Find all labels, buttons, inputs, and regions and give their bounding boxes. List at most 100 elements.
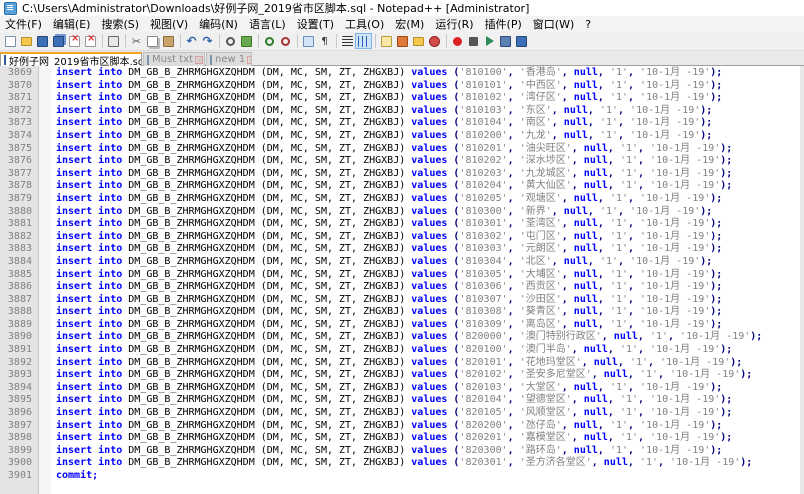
paren: ( xyxy=(447,205,460,217)
region-name: 西贡区 xyxy=(525,281,556,293)
keyword-null: null xyxy=(573,79,598,91)
paren: ( xyxy=(447,344,460,356)
folder-workspace-button[interactable] xyxy=(411,34,426,48)
column-list: (DM, MC, SM, ZT, ZHGXBJ) xyxy=(260,129,406,141)
flag: '1' xyxy=(609,243,628,255)
region-code: 810309 xyxy=(465,318,502,330)
play-macro-icon xyxy=(485,36,494,46)
comma: , xyxy=(507,67,520,78)
region-name: 荃湾区 xyxy=(525,218,556,230)
flag: '1' xyxy=(639,369,658,381)
tab-sql-file[interactable]: 好例子网_2019省市区脚本.sql × xyxy=(0,52,142,66)
flag: '1' xyxy=(609,268,628,280)
comma: , xyxy=(587,129,600,141)
menu-item[interactable]: ? xyxy=(580,18,597,31)
column-list: (DM, MC, SM, ZT, ZHGXBJ) xyxy=(260,444,406,456)
monitor-button[interactable] xyxy=(427,34,442,48)
close-paren: ); xyxy=(700,104,713,116)
record-macro-button[interactable] xyxy=(450,34,465,48)
undo-button[interactable]: ↶ xyxy=(184,34,199,48)
comma: , xyxy=(587,117,600,129)
folder-workspace-icon xyxy=(413,36,424,46)
comma: , xyxy=(628,230,641,242)
keyword-null: null xyxy=(573,444,598,456)
table-name: DM_GB_B_ZHRMGHGXZQHDM xyxy=(128,205,255,217)
menu-item[interactable]: 插件(P) xyxy=(480,16,528,32)
close-button[interactable] xyxy=(67,33,82,48)
show-all-chars-button[interactable] xyxy=(340,34,355,48)
region-code: 820103 xyxy=(465,381,502,393)
keyword-insert: insert xyxy=(56,344,93,356)
close-all-button[interactable] xyxy=(83,33,98,48)
new-file-button[interactable] xyxy=(3,34,18,48)
zoom-in-button[interactable] xyxy=(262,34,277,48)
close-icon[interactable]: × xyxy=(195,55,204,64)
menu-item[interactable]: 语言(L) xyxy=(244,16,292,32)
menu-item[interactable]: 编辑(E) xyxy=(48,16,97,32)
region-code: 820104 xyxy=(465,394,502,406)
menu-item[interactable]: 编码(N) xyxy=(194,16,244,32)
stop-macro-button[interactable] xyxy=(466,34,481,48)
keyword-null: null xyxy=(573,268,598,280)
word-wrap-button[interactable]: ¶ xyxy=(317,34,332,48)
date-value: 10-1月 -19 xyxy=(646,192,705,204)
find-button[interactable] xyxy=(223,34,238,48)
save-macro-button[interactable] xyxy=(514,34,529,48)
comma: , xyxy=(507,79,520,91)
replace-button[interactable] xyxy=(239,34,254,48)
menu-item[interactable]: 窗口(W) xyxy=(528,16,580,32)
indent-guide-button[interactable] xyxy=(355,33,372,49)
language-button[interactable] xyxy=(379,34,394,48)
doc-map-button[interactable] xyxy=(395,34,410,48)
comma: , xyxy=(561,230,574,242)
close-paren: ); xyxy=(700,205,713,217)
close-icon[interactable]: × xyxy=(247,55,251,64)
menu-item[interactable]: 搜索(S) xyxy=(96,16,145,32)
zoom-out-icon xyxy=(281,36,290,46)
menu-item[interactable]: 宏(M) xyxy=(390,16,430,32)
table-name: DM_GB_B_ZHRMGHGXZQHDM xyxy=(128,381,255,393)
menu-item[interactable]: 设置(T) xyxy=(292,16,340,32)
code-text: insert into DM_GB_B_ZHRMGHGXZQHDM (DM, M… xyxy=(56,92,722,105)
region-name: 葵青区 xyxy=(525,306,556,318)
keyword-values: values xyxy=(411,268,448,280)
keyword-into: into xyxy=(98,243,123,255)
region-code: 820300 xyxy=(465,444,502,456)
redo-button[interactable]: ↷ xyxy=(200,34,215,48)
keyword-into: into xyxy=(98,419,123,431)
toolbar-separator xyxy=(446,34,447,48)
zoom-out-button[interactable] xyxy=(278,34,293,48)
copy-button[interactable] xyxy=(145,34,160,48)
table-name: DM_GB_B_ZHRMGHGXZQHDM xyxy=(128,117,255,129)
run-macro-multiple-button[interactable] xyxy=(498,34,513,48)
table-name: DM_GB_B_ZHRMGHGXZQHDM xyxy=(128,268,255,280)
open-file-button[interactable] xyxy=(19,34,34,48)
menu-item[interactable]: 运行(R) xyxy=(430,16,479,32)
line-number: 3874 xyxy=(7,129,32,141)
sync-scroll-button[interactable] xyxy=(301,34,316,48)
paste-button[interactable] xyxy=(161,34,176,48)
keyword-null: null xyxy=(613,331,638,343)
column-list: (DM, MC, SM, ZT, ZHGXBJ) xyxy=(260,92,406,104)
tab-must-txt[interactable]: Must txt × xyxy=(143,52,205,66)
cut-button[interactable]: ✂ xyxy=(129,34,144,48)
tab-new-1[interactable]: new 1 × xyxy=(206,52,252,66)
comma: , xyxy=(597,92,610,104)
close-paren: ); xyxy=(720,407,733,419)
save-button[interactable] xyxy=(35,34,50,48)
save-all-button[interactable] xyxy=(51,34,66,48)
comma: , xyxy=(507,243,520,255)
save-all-icon xyxy=(53,35,64,47)
date-value: 10-1月 -19 xyxy=(636,255,695,267)
keyword-commit: commit; xyxy=(56,470,99,481)
menu-item[interactable]: 文件(F) xyxy=(0,16,48,32)
play-macro-button[interactable] xyxy=(482,34,497,48)
menu-item[interactable]: 视图(V) xyxy=(145,16,194,32)
keyword-null: null xyxy=(583,167,608,179)
print-button[interactable] xyxy=(106,34,121,48)
vertical-scrollbar[interactable] xyxy=(800,66,804,494)
menu-item[interactable]: 工具(O) xyxy=(340,16,390,32)
editor-area[interactable]: 3869 insert into DM_GB_B_ZHRMGHGXZQHDM (D… xyxy=(0,66,804,494)
close-paren: ); xyxy=(710,268,723,280)
region-code: 810201 xyxy=(465,142,502,154)
